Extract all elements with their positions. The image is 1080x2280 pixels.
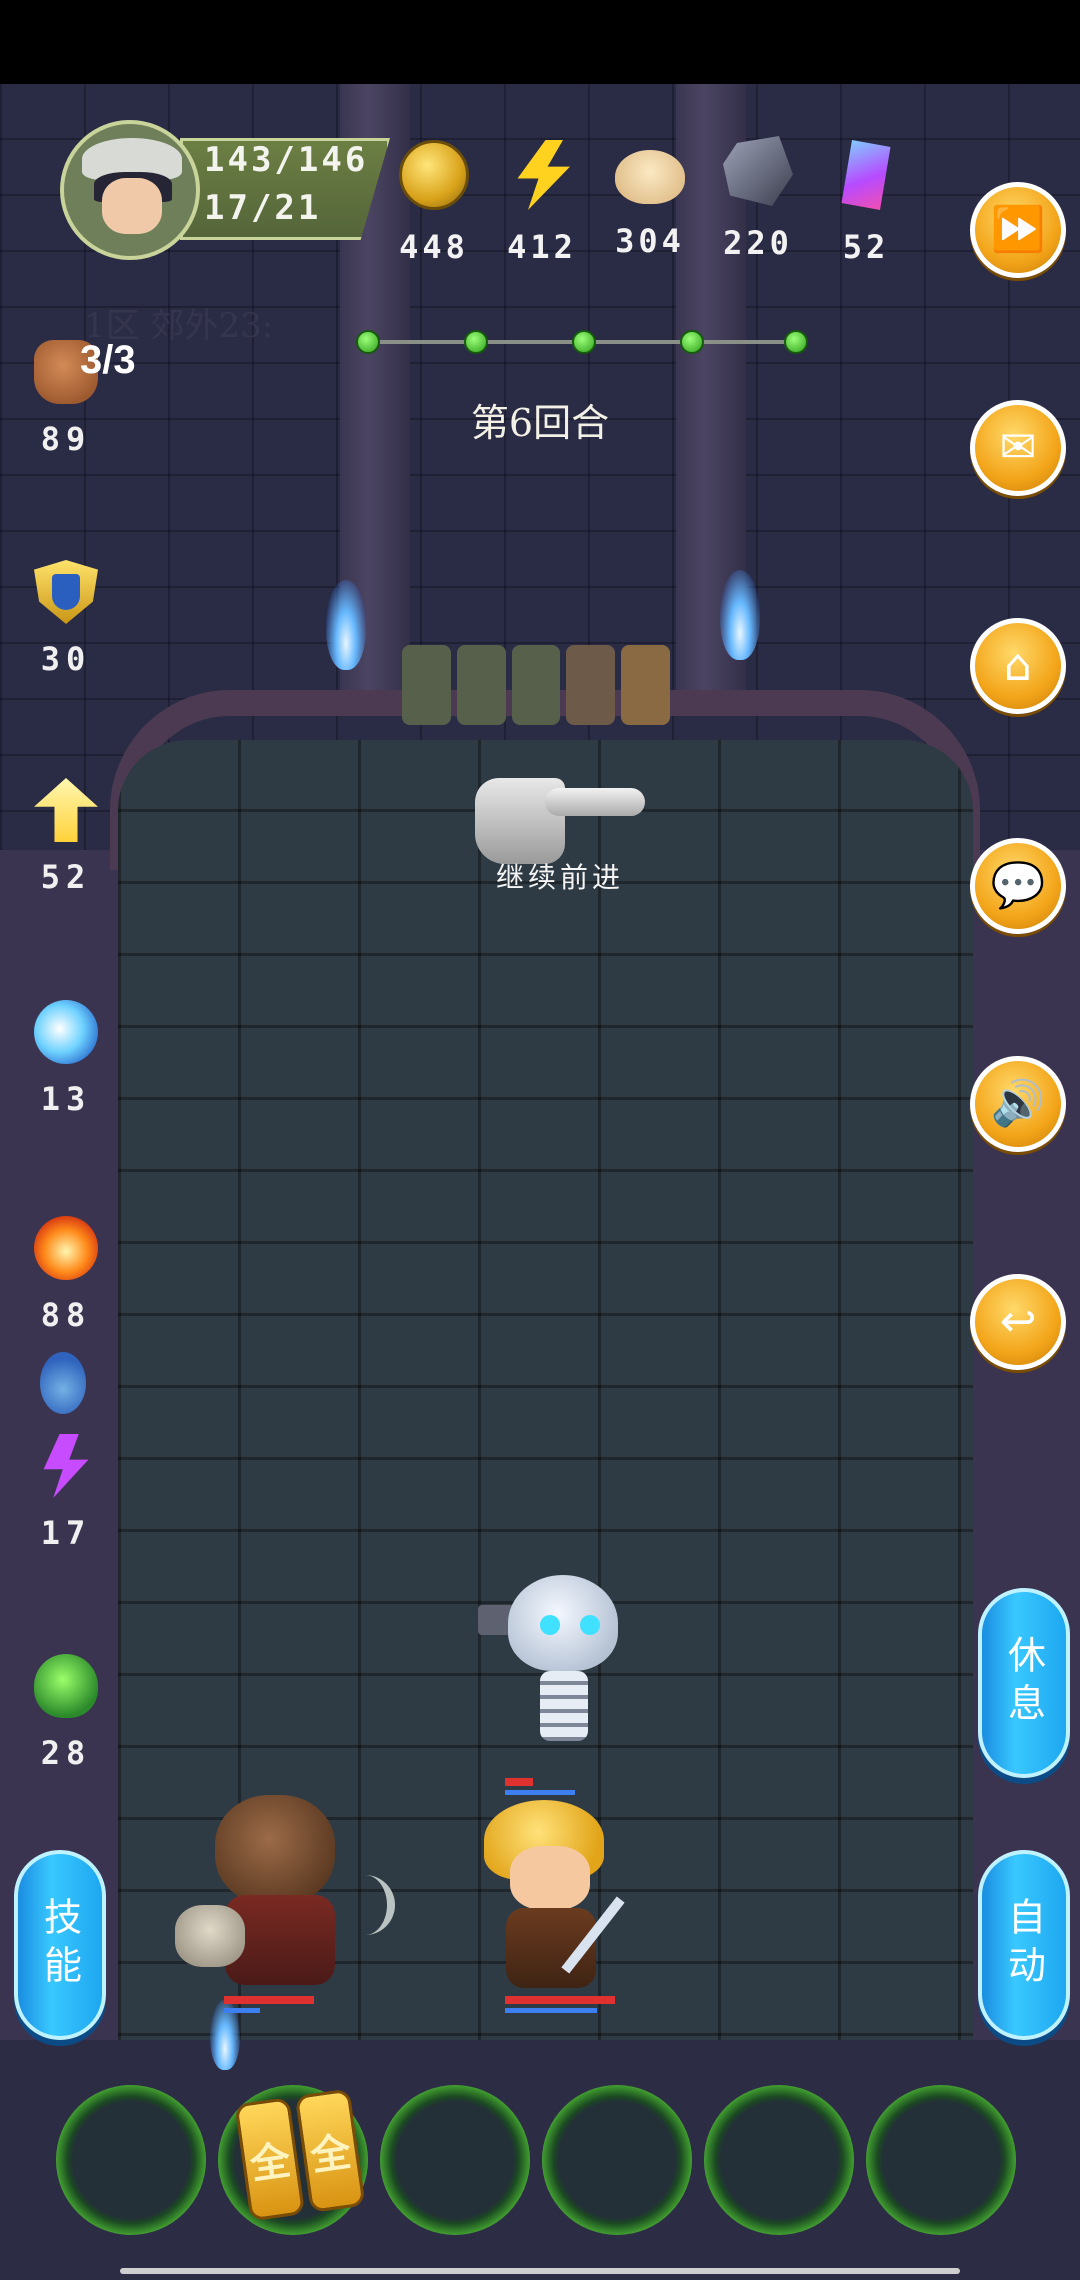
- stat-value: 30: [40, 640, 92, 678]
- stat-value: 88: [40, 1296, 92, 1334]
- resource-ore: 220: [710, 136, 806, 262]
- item-slot[interactable]: [56, 2085, 206, 2235]
- chat-button[interactable]: 💬: [970, 838, 1066, 934]
- stat-value: 13: [40, 1080, 92, 1118]
- auto-button[interactable]: 自动: [978, 1850, 1070, 2040]
- fast-forward-button[interactable]: ⏩: [970, 182, 1066, 278]
- status-bar: [0, 0, 1080, 84]
- minotaur-hp-bar: [224, 1996, 314, 2004]
- mail-button[interactable]: ✉: [970, 400, 1066, 496]
- hero-hp-bar: [505, 1996, 615, 2004]
- nav-gesture-bar: [120, 2268, 960, 2274]
- player-sp: 17/21: [204, 188, 322, 228]
- stat-fire: 88: [28, 1216, 104, 1334]
- item-slot[interactable]: [866, 2085, 1016, 2235]
- water-drop-icon: [40, 1352, 86, 1414]
- card-item-icon[interactable]: 全 全: [234, 2088, 366, 2222]
- round-label: 第6回合: [470, 401, 610, 445]
- blue-flame-icon: [720, 570, 760, 660]
- gold-coin-icon: [399, 140, 469, 210]
- stat-value: 52: [40, 858, 92, 896]
- item-slot[interactable]: [542, 2085, 692, 2235]
- sound-button[interactable]: 🔊: [970, 1056, 1066, 1152]
- stat-value: 17: [40, 1514, 92, 1552]
- iron-ore-icon: [723, 136, 793, 206]
- item-slot[interactable]: [380, 2085, 530, 2235]
- skeleton-hp-bar: [505, 1778, 533, 1786]
- attack-count: 3/3: [80, 338, 136, 382]
- resource-value: 52: [842, 228, 890, 266]
- skill-label: 技能: [37, 1897, 82, 1993]
- progress-node: [572, 330, 596, 354]
- blue-flame-icon: [326, 580, 366, 670]
- energy-bolt-icon: [517, 140, 570, 210]
- stat-level-up: 52: [28, 778, 104, 896]
- skeleton-enemy[interactable]: [478, 1575, 648, 1765]
- sound-icon: 🔊: [990, 1078, 1046, 1129]
- lightning-icon: [43, 1434, 89, 1498]
- mail-icon: ✉: [999, 422, 1037, 473]
- home-icon: ⌂: [1004, 640, 1032, 691]
- stat-value: 89: [40, 420, 92, 458]
- rest-button[interactable]: 休息: [978, 1588, 1070, 1778]
- stat-poison: 28: [28, 1654, 104, 1772]
- bun-food-icon: [615, 150, 685, 204]
- chat-icon: 💬: [990, 860, 1046, 911]
- pointing-hand-icon[interactable]: [475, 770, 645, 870]
- game-screen: 143/146 17/21 1区 郊外23: 448 412 304 220 5…: [0, 0, 1080, 2280]
- home-button[interactable]: ⌂: [970, 618, 1066, 714]
- level-up-arrow-icon: [34, 778, 98, 842]
- water-wave-icon: [34, 1000, 98, 1064]
- resource-value: 220: [723, 224, 793, 262]
- skeleton-mp-bar: [505, 1790, 575, 1795]
- auto-label: 自动: [1001, 1897, 1046, 1993]
- progress-node: [356, 330, 380, 354]
- return-button[interactable]: ↩: [970, 1274, 1066, 1370]
- stat-defense: 30: [28, 560, 104, 678]
- item-slot[interactable]: [704, 2085, 854, 2235]
- resource-value: 448: [399, 228, 469, 266]
- rest-label: 休息: [1001, 1635, 1046, 1731]
- player-hp: 143/146: [204, 140, 369, 180]
- resource-gem: 52: [818, 140, 914, 266]
- resource-value: 304: [615, 222, 685, 260]
- stat-water: 13: [28, 1000, 104, 1118]
- minotaur-mp-bar: [224, 2008, 260, 2013]
- resource-gold: 448: [386, 140, 482, 266]
- hero-mp-bar: [505, 2008, 597, 2013]
- resource-value: 412: [507, 228, 577, 266]
- fireball-icon: [34, 1216, 98, 1280]
- player-avatar[interactable]: [60, 120, 200, 260]
- fast-forward-icon: ⏩: [990, 204, 1046, 255]
- progress-node: [784, 330, 808, 354]
- stat-value: 28: [40, 1734, 92, 1772]
- gem-crystal-icon: [841, 140, 891, 210]
- shield-icon: [34, 560, 98, 624]
- progress-node: [464, 330, 488, 354]
- continue-label[interactable]: 继续前进: [470, 856, 650, 896]
- hero-character[interactable]: [470, 1800, 650, 2000]
- minotaur-enemy[interactable]: [175, 1795, 395, 1995]
- return-icon: ↩: [999, 1296, 1037, 1347]
- stacked-stones: [402, 645, 670, 725]
- poison-slime-icon: [34, 1654, 98, 1718]
- skill-button[interactable]: 技能: [14, 1850, 106, 2040]
- progress-node: [680, 330, 704, 354]
- resource-food: 304: [602, 140, 698, 260]
- resource-energy: 412: [494, 140, 590, 266]
- stat-lightning: 17: [28, 1434, 104, 1552]
